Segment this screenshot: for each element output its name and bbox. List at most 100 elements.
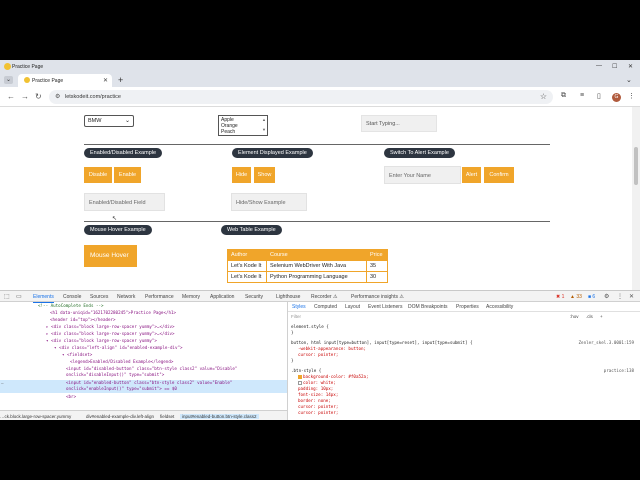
css-source-link[interactable]: Zenler_skel.3.0001:159	[579, 340, 634, 345]
devtools-tab-sources[interactable]: Sources	[90, 294, 108, 300]
breadcrumb-item[interactable]: fieldset	[160, 414, 174, 419]
css-property[interactable]: cursor: pointer;	[298, 410, 338, 416]
inspect-element-icon[interactable]: ⬚	[4, 293, 10, 300]
fruit-multi-select[interactable]: Apple Orange Peach ▲ ▼	[218, 115, 268, 136]
table-cell: Let's Kode It	[227, 260, 267, 272]
menu-kebab-icon[interactable]: ⋮	[628, 92, 635, 100]
close-tab-icon[interactable]: ✕	[103, 77, 108, 84]
selected-dom-node[interactable]: <input id="enabled-button" class="btn-st…	[0, 380, 287, 393]
dom-node[interactable]: ▸ <div class="block large-row-spacer yum…	[46, 331, 175, 337]
css-close: }	[291, 330, 294, 335]
color-swatch-icon[interactable]	[298, 375, 302, 379]
tab-search-icon[interactable]: ⌄	[4, 76, 13, 84]
switch-alert-legend: Switch To Alert Example	[384, 148, 455, 158]
css-source-link[interactable]: practice:138	[604, 368, 634, 373]
show-button[interactable]: Show	[254, 167, 275, 183]
car-select[interactable]: BMW ⌄	[84, 115, 134, 127]
elements-tree[interactable]: <!-- AutoComplete Ends --> <h1 data-uniq…	[0, 302, 287, 410]
hide-button[interactable]: Hide	[232, 167, 251, 183]
extensions-icon[interactable]: ⧉	[561, 92, 566, 100]
minimize-icon[interactable]: —	[596, 63, 602, 69]
dom-node[interactable]: ▾ <div class="left-align" id="enabled-ex…	[54, 345, 183, 351]
name-input[interactable]: Enter Your Name	[384, 166, 461, 184]
properties-tab[interactable]: Properties	[456, 304, 479, 310]
alert-button[interactable]: Alert	[462, 167, 481, 183]
enable-button[interactable]: Enable	[114, 167, 141, 183]
device-toolbar-icon[interactable]: ▭	[16, 293, 22, 300]
bookmark-star-icon[interactable]: ☆	[540, 92, 547, 101]
event-listeners-tab[interactable]: Event Listeners	[368, 304, 402, 310]
devtools-tab-lighthouse[interactable]: Lighthouse	[276, 294, 300, 300]
close-window-icon[interactable]: ✕	[628, 63, 633, 70]
car-select-value: BMW	[88, 118, 102, 124]
dom-node[interactable]: <input id="disabled-button" class="btn-s…	[66, 366, 286, 379]
dom-breakpoints-tab[interactable]: DOM Breakpoints	[408, 304, 447, 310]
table-cell: 35	[366, 260, 388, 272]
reading-list-icon[interactable]: ≡	[580, 92, 584, 99]
devtools-menu-icon[interactable]: ⋮	[617, 293, 623, 300]
devtools-tab-network[interactable]: Network	[117, 294, 135, 300]
maximize-icon[interactable]: ☐	[612, 63, 617, 70]
new-tab-button[interactable]: +	[118, 75, 123, 85]
disable-button[interactable]: Disable	[84, 167, 112, 183]
dom-node[interactable]: ▸ <div class="block large-row-spacer yum…	[46, 324, 175, 330]
breadcrumb-item-active[interactable]: input#enabled-button.btn-style.class2	[180, 414, 259, 419]
css-rule-element-style[interactable]: element.style {	[291, 324, 329, 330]
devtools-tab-recorder[interactable]: Recorder ⚠	[311, 294, 337, 300]
profile-avatar[interactable]: G	[612, 93, 621, 102]
table-row: Let's Kode It Python Programming Languag…	[227, 271, 388, 283]
color-swatch-icon[interactable]	[298, 381, 302, 385]
error-count-badge[interactable]: ✖ 1	[556, 294, 564, 300]
breadcrumb-item[interactable]: div#enabled-example-div.left-align	[86, 414, 154, 419]
breadcrumb-item[interactable]: …ck.block.large-row-spacer.yummy	[0, 414, 71, 419]
tab-practice-page[interactable]: Practice Page ✕	[18, 74, 112, 87]
computed-tab[interactable]: Computed	[314, 304, 337, 310]
chevron-down-icon[interactable]: ⌄	[626, 76, 632, 84]
dom-node[interactable]: <header id="top"></header>	[50, 317, 116, 323]
dom-node[interactable]: ▾ <fieldset>	[62, 352, 92, 358]
dom-node[interactable]: <legend>Enabled/Disabled Example</legend…	[70, 359, 173, 365]
devtools-tab-memory[interactable]: Memory	[182, 294, 200, 300]
tab-favicon-icon	[24, 77, 30, 83]
add-rule-button[interactable]: +	[600, 314, 603, 319]
address-bar[interactable]: ⚙ letskodeit.com/practice ☆	[49, 90, 553, 104]
reload-icon[interactable]: ↻	[35, 92, 42, 101]
back-icon[interactable]: ←	[7, 92, 15, 101]
layout-tab[interactable]: Layout	[345, 304, 360, 310]
autocomplete-input[interactable]: Start Typing...	[361, 115, 437, 132]
page-scrollbar[interactable]	[632, 107, 640, 290]
enabled-disabled-field[interactable]: Enabled/Disabled Field	[84, 193, 165, 211]
confirm-button[interactable]: Confirm	[484, 167, 514, 183]
accessibility-tab[interactable]: Accessibility	[486, 304, 513, 310]
dom-node[interactable]: <h1 data-uniqid="1621702280245">Practice…	[50, 310, 176, 316]
class-toggle[interactable]: .cls	[586, 314, 593, 319]
styles-filter-input[interactable]: Filter	[291, 314, 561, 322]
hover-state-toggle[interactable]: :hov	[570, 314, 579, 319]
devtools-tab-security[interactable]: Security	[245, 294, 263, 300]
styles-tab[interactable]: Styles	[292, 304, 306, 310]
ellipsis-icon[interactable]: ⋯	[1, 381, 3, 386]
css-property[interactable]: cursor: pointer;	[298, 352, 338, 358]
warning-count-badge[interactable]: ▲ 33	[570, 294, 582, 300]
info-count-badge[interactable]: ■ 6	[588, 294, 595, 300]
page-scrollbar-thumb[interactable]	[634, 147, 638, 185]
gear-icon[interactable]: ⚙	[604, 293, 609, 300]
site-info-icon[interactable]: ⚙	[55, 93, 60, 100]
devtools-tab-console[interactable]: Console	[63, 294, 81, 300]
forward-icon[interactable]: →	[21, 92, 29, 101]
devtools-tab-performance[interactable]: Performance	[145, 294, 174, 300]
dom-node[interactable]: <!-- AutoComplete Ends -->	[38, 303, 104, 309]
multi-select-scroll-icon[interactable]: ▲ ▼	[262, 117, 266, 132]
web-table: Author Course Price Let's Kode It Seleni…	[227, 249, 388, 283]
hide-show-field[interactable]: Hide/Show Example	[231, 193, 307, 211]
close-devtools-icon[interactable]: ✕	[629, 293, 634, 300]
mouse-hover-button[interactable]: Mouse Hover	[84, 245, 137, 267]
devtools-tab-performance-insights[interactable]: Performance insights ⚠	[351, 294, 404, 300]
devtools-tab-application[interactable]: Application	[210, 294, 234, 300]
url-text[interactable]: letskodeit.com/practice	[65, 94, 121, 100]
devtools-tab-elements[interactable]: Elements	[33, 294, 54, 303]
dom-node[interactable]: <br>	[66, 394, 76, 400]
fruit-option[interactable]: Peach	[221, 129, 265, 135]
side-panel-icon[interactable]: ▯	[597, 92, 601, 100]
dom-node[interactable]: ▾ <div class="block large-row-spacer yum…	[46, 338, 157, 344]
